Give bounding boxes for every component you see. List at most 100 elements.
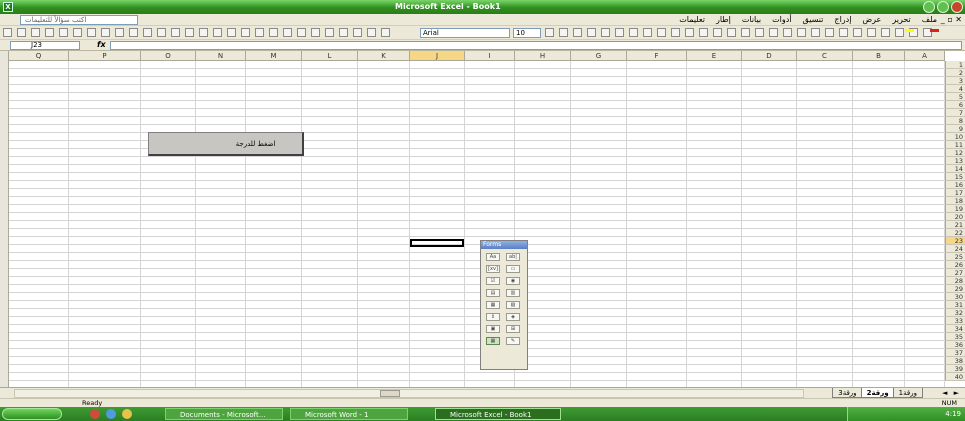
toolbar-button[interactable] (825, 28, 834, 37)
row-header[interactable]: 23 (945, 237, 965, 245)
active-cell-j23[interactable] (410, 239, 464, 247)
column-header[interactable]: N (196, 51, 246, 61)
row-header[interactable]: 28 (945, 277, 965, 285)
menu-item[interactable]: بيانات (742, 15, 761, 24)
menu-item[interactable]: إطار (716, 15, 731, 24)
row-header[interactable]: 34 (945, 325, 965, 333)
toolbar-button[interactable] (657, 28, 666, 37)
toolbar-button[interactable] (545, 28, 554, 37)
toolbar-button[interactable] (31, 28, 40, 37)
forms-tool-button[interactable]: ▭ (506, 265, 520, 273)
row-header[interactable]: 29 (945, 285, 965, 293)
toolbar-button[interactable] (713, 28, 722, 37)
name-box[interactable]: J23 (10, 41, 80, 50)
row-header[interactable]: 37 (945, 349, 965, 357)
toolbar-button[interactable] (157, 28, 166, 37)
row-header[interactable]: 2 (945, 69, 965, 77)
menu-item[interactable]: إدراج (834, 15, 851, 24)
row-header[interactable]: 27 (945, 269, 965, 277)
menu-item[interactable]: ملف (922, 15, 937, 24)
column-header[interactable]: H (515, 51, 571, 61)
toolbar-button[interactable] (727, 28, 736, 37)
toolbar-button[interactable] (559, 28, 568, 37)
toolbar-button[interactable] (587, 28, 596, 37)
row-header[interactable]: 40 (945, 373, 965, 381)
sheet-tab[interactable]: ورقة3 (832, 388, 863, 398)
row-header[interactable]: 20 (945, 213, 965, 221)
font-color-swatch[interactable] (930, 29, 939, 32)
menu-item[interactable]: تعليمات (679, 15, 705, 24)
row-header[interactable]: 36 (945, 341, 965, 349)
row-header[interactable]: 30 (945, 293, 965, 301)
sheet-tab[interactable]: ورقة1 (892, 388, 923, 398)
excel-app-icon[interactable]: X (3, 2, 13, 12)
row-header[interactable]: 14 (945, 165, 965, 173)
toolbar-button[interactable] (629, 28, 638, 37)
row-header[interactable]: 6 (945, 101, 965, 109)
row-header[interactable]: 35 (945, 333, 965, 341)
column-header[interactable]: O (141, 51, 196, 61)
forms-tool-button[interactable]: ▥ (506, 289, 520, 297)
toolbar-button[interactable] (353, 28, 362, 37)
row-header[interactable]: 9 (945, 125, 965, 133)
forms-tool-button[interactable]: ◈ (506, 313, 520, 321)
row-header[interactable]: 1 (945, 61, 965, 69)
toolbar-button[interactable] (699, 28, 708, 37)
toolbar-button[interactable] (297, 28, 306, 37)
toolbar-button[interactable] (115, 28, 124, 37)
doc-window-controls[interactable]: _ ▫ ✕ (941, 15, 962, 24)
row-header[interactable]: 32 (945, 309, 965, 317)
toolbar-button[interactable] (797, 28, 806, 37)
row-header[interactable]: 33 (945, 317, 965, 325)
toolbar-button[interactable] (783, 28, 792, 37)
forms-tool-button[interactable]: Aa (486, 253, 500, 261)
toolbar-button[interactable] (255, 28, 264, 37)
toolbar-button[interactable] (839, 28, 848, 37)
column-header[interactable]: A (905, 51, 945, 61)
column-header[interactable]: G (571, 51, 627, 61)
column-header[interactable]: P (69, 51, 141, 61)
toolbar-button[interactable] (3, 28, 12, 37)
forms-tool-button[interactable]: ⇕ (486, 313, 500, 321)
row-header[interactable]: 22 (945, 229, 965, 237)
toolbar-button[interactable] (367, 28, 376, 37)
formula-input[interactable] (110, 41, 962, 50)
toolbar-button[interactable] (171, 28, 180, 37)
row-header[interactable]: 19 (945, 205, 965, 213)
row-header[interactable]: 38 (945, 357, 965, 365)
row-header[interactable]: 7 (945, 109, 965, 117)
toolbar-button[interactable] (325, 28, 334, 37)
quick-launch-icon[interactable] (106, 409, 116, 419)
row-header[interactable]: 3 (945, 77, 965, 85)
forms-tool-button[interactable]: ▦ (486, 301, 500, 309)
column-header[interactable]: Q (9, 51, 69, 61)
column-header[interactable]: E (687, 51, 742, 61)
toolbar-button[interactable] (615, 28, 624, 37)
column-header[interactable]: M (246, 51, 302, 61)
forms-toolbar-title[interactable]: Forms (481, 241, 527, 249)
row-header[interactable]: 26 (945, 261, 965, 269)
menu-item[interactable]: تنسيق (803, 15, 824, 24)
toolbar-button[interactable] (643, 28, 652, 37)
toolbar-button[interactable] (741, 28, 750, 37)
taskbar-task[interactable]: Microsoft Excel - Book1 (435, 408, 561, 420)
minimize-button[interactable] (923, 1, 935, 13)
column-header[interactable]: K (358, 51, 410, 61)
column-header[interactable]: B (853, 51, 905, 61)
vertical-scrollbar[interactable] (0, 51, 9, 387)
row-header[interactable]: 5 (945, 93, 965, 101)
row-header[interactable]: 21 (945, 221, 965, 229)
toolbar-button[interactable] (811, 28, 820, 37)
toolbar-button[interactable] (73, 28, 82, 37)
row-header[interactable]: 31 (945, 301, 965, 309)
toolbar-button[interactable] (671, 28, 680, 37)
toolbar-button[interactable] (601, 28, 610, 37)
font-size-select[interactable]: 10 (513, 28, 541, 38)
toolbar-button[interactable] (143, 28, 152, 37)
row-header[interactable]: 12 (945, 149, 965, 157)
row-header[interactable]: 18 (945, 197, 965, 205)
forms-tool-button[interactable]: ▦ (486, 337, 500, 345)
forms-tool-button[interactable]: ☑ (486, 277, 500, 285)
row-header[interactable]: 13 (945, 157, 965, 165)
forms-tool-button[interactable]: ◉ (506, 277, 520, 285)
